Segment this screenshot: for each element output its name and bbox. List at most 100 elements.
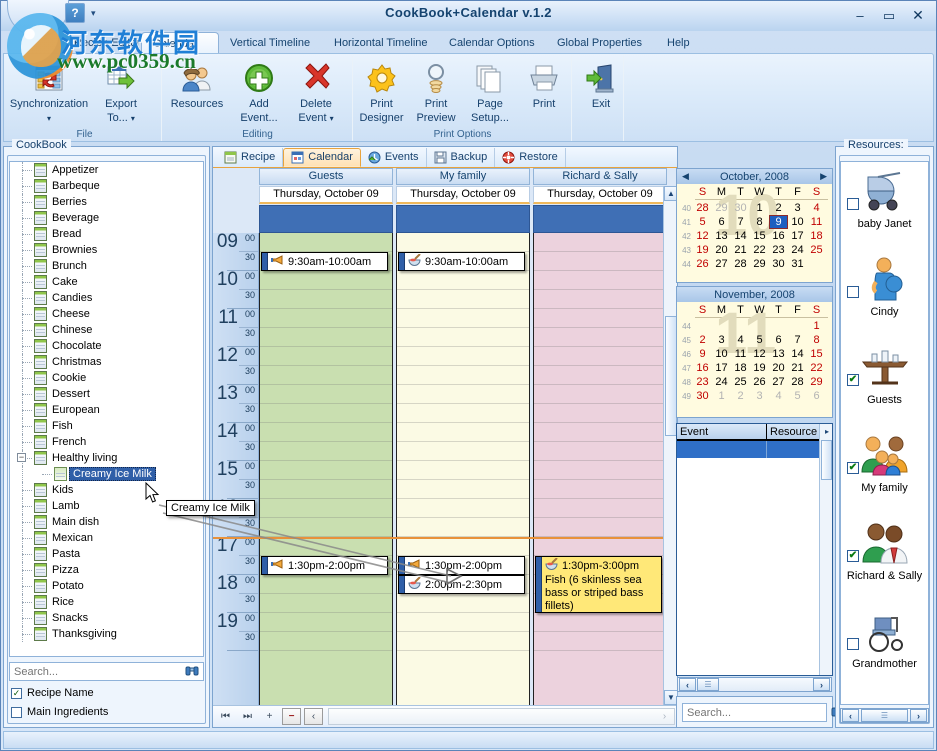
time-slot[interactable]	[260, 347, 392, 366]
mini-calendar-day[interactable]: 2	[769, 201, 788, 215]
scroll-right-icon[interactable]: ›	[813, 678, 830, 691]
tree-item-barbeque[interactable]: Barbeque	[10, 178, 203, 194]
day-column-body[interactable]	[397, 233, 529, 705]
time-slot[interactable]	[397, 442, 529, 461]
event-resource-grid[interactable]: Event Resource ▸	[676, 423, 833, 676]
last-icon[interactable]: ⏭	[238, 708, 257, 725]
mini-calendar-day[interactable]: 30	[693, 389, 712, 403]
event-grid-hscroll-thumb[interactable]: ☰	[697, 678, 719, 691]
mini-calendar-day[interactable]: 16	[769, 229, 788, 243]
tree-item-thanksgiving[interactable]: Thanksgiving	[10, 626, 203, 642]
minimize-icon[interactable]: –	[850, 6, 870, 24]
first-icon[interactable]: ⏮	[216, 708, 235, 725]
time-slot[interactable]	[397, 404, 529, 423]
tree-item-pasta[interactable]: Pasta	[10, 546, 203, 562]
cookbook-search-input[interactable]	[10, 665, 181, 679]
prev-month-icon[interactable]: ◀	[682, 171, 689, 182]
time-slot[interactable]	[397, 309, 529, 328]
calendar-event[interactable]: 9:30am-10:00am	[261, 252, 388, 271]
ribbon-button-synchronization[interactable]: Synchronization ▾	[8, 60, 90, 125]
mini-calendar-day[interactable]: 5	[788, 389, 807, 403]
time-slot[interactable]	[397, 632, 529, 651]
resource-checkbox[interactable]: ✔	[847, 462, 859, 474]
tree-item-fish[interactable]: Fish	[10, 418, 203, 434]
mini-calendar-day[interactable]: 29	[750, 257, 769, 271]
view-tab-events[interactable]: Events	[361, 148, 427, 167]
all-day-area[interactable]	[396, 205, 530, 233]
mini-calendar-day[interactable]: 16	[693, 361, 712, 375]
mini-calendar-day[interactable]: 1	[807, 319, 826, 333]
mini-calendar-day[interactable]: 22	[750, 243, 769, 257]
resource-item-richard-sally[interactable]: ✔Richard & Sally	[841, 514, 928, 602]
time-slot[interactable]	[534, 537, 663, 556]
mini-calendar-day[interactable]: 7	[788, 333, 807, 347]
resource-checkbox[interactable]	[847, 638, 859, 650]
tree-item-pizza[interactable]: Pizza	[10, 562, 203, 578]
time-slot[interactable]	[260, 499, 392, 518]
mini-calendar-day[interactable]: 13	[769, 347, 788, 361]
time-slot[interactable]	[534, 347, 663, 366]
resource-list[interactable]: baby JanetCindy✔Guests✔My family✔Richard…	[840, 161, 929, 705]
time-slot[interactable]	[260, 385, 392, 404]
tree-item-beverage[interactable]: Beverage	[10, 210, 203, 226]
resource-checkbox[interactable]: ✔	[847, 550, 859, 562]
mini-calendar-day[interactable]: 22	[807, 361, 826, 375]
ribbon-button-delete-event[interactable]: Delete Event ▾	[287, 60, 345, 125]
day-column-body[interactable]	[534, 233, 663, 705]
time-slot[interactable]	[397, 537, 529, 556]
time-slot[interactable]	[534, 290, 663, 309]
mini-calendar-day[interactable]: 25	[807, 243, 826, 257]
calendar-event[interactable]: 9:30am-10:00am	[398, 252, 525, 271]
time-slot[interactable]	[397, 328, 529, 347]
time-slot[interactable]	[260, 442, 392, 461]
mini-calendar-day[interactable]: 17	[788, 229, 807, 243]
view-tab-recipe[interactable]: Recipe	[217, 148, 283, 167]
resource-item-my-family[interactable]: ✔My family	[841, 426, 928, 514]
time-slot[interactable]	[397, 423, 529, 442]
maximize-icon[interactable]: ▭	[879, 6, 899, 24]
mini-calendar-day[interactable]: 4	[731, 333, 750, 347]
time-slot[interactable]	[397, 518, 529, 537]
time-slot[interactable]	[260, 423, 392, 442]
mini-calendar-day[interactable]: 1	[712, 389, 731, 403]
day-column-richard-sally[interactable]	[533, 233, 663, 705]
time-slot[interactable]	[397, 347, 529, 366]
time-slot[interactable]	[397, 594, 529, 613]
checkbox-icon[interactable]: ✓	[11, 688, 22, 699]
mini-calendar-day[interactable]: 7	[731, 215, 750, 229]
time-slot[interactable]	[534, 309, 663, 328]
mini-calendar-grid[interactable]: SMTWTFS402829301234415678910114212131415…	[677, 184, 832, 273]
all-day-area[interactable]	[533, 205, 667, 233]
resources-horizontal-scrollbar[interactable]: ‹ ☰ ›	[840, 708, 929, 723]
view-tab-backup[interactable]: Backup	[427, 148, 496, 167]
resource-checkbox[interactable]: ✔	[847, 374, 859, 386]
mini-calendar-day[interactable]: 18	[807, 229, 826, 243]
tree-item-cookie[interactable]: Cookie	[10, 370, 203, 386]
tab-global-properties[interactable]: Global Properties	[546, 32, 653, 53]
time-slot[interactable]	[534, 613, 663, 632]
mini-calendar-day[interactable]: 20	[712, 243, 731, 257]
time-slot[interactable]	[260, 613, 392, 632]
mini-calendar-day[interactable]: 28	[731, 257, 750, 271]
time-slot[interactable]	[260, 328, 392, 347]
time-slot[interactable]	[260, 518, 392, 537]
ribbon-button-page-setup[interactable]: Page Setup...	[463, 60, 517, 124]
mini-calendar-day[interactable]: 27	[712, 257, 731, 271]
column-header-guests[interactable]: Guests	[259, 168, 393, 185]
time-slot[interactable]	[534, 385, 663, 404]
add-icon[interactable]: +	[260, 708, 279, 725]
time-slot[interactable]	[534, 480, 663, 499]
mini-calendar-day[interactable]: 6	[807, 389, 826, 403]
mini-calendar-day[interactable]: 26	[750, 375, 769, 389]
time-slot[interactable]	[534, 499, 663, 518]
column-date-header[interactable]: Thursday, October 09	[533, 186, 667, 204]
resources-scroll-thumb[interactable]: ☰	[861, 709, 908, 722]
next-icon[interactable]: ›	[655, 708, 674, 725]
time-slot[interactable]	[397, 499, 529, 518]
time-slot[interactable]	[260, 632, 392, 651]
resource-item-guests[interactable]: ✔Guests	[841, 338, 928, 426]
ribbon-button-add-event[interactable]: Add Event...	[231, 60, 287, 124]
time-slot[interactable]	[260, 537, 392, 556]
time-slot[interactable]	[397, 290, 529, 309]
mini-calendar-day[interactable]: 13	[712, 229, 731, 243]
